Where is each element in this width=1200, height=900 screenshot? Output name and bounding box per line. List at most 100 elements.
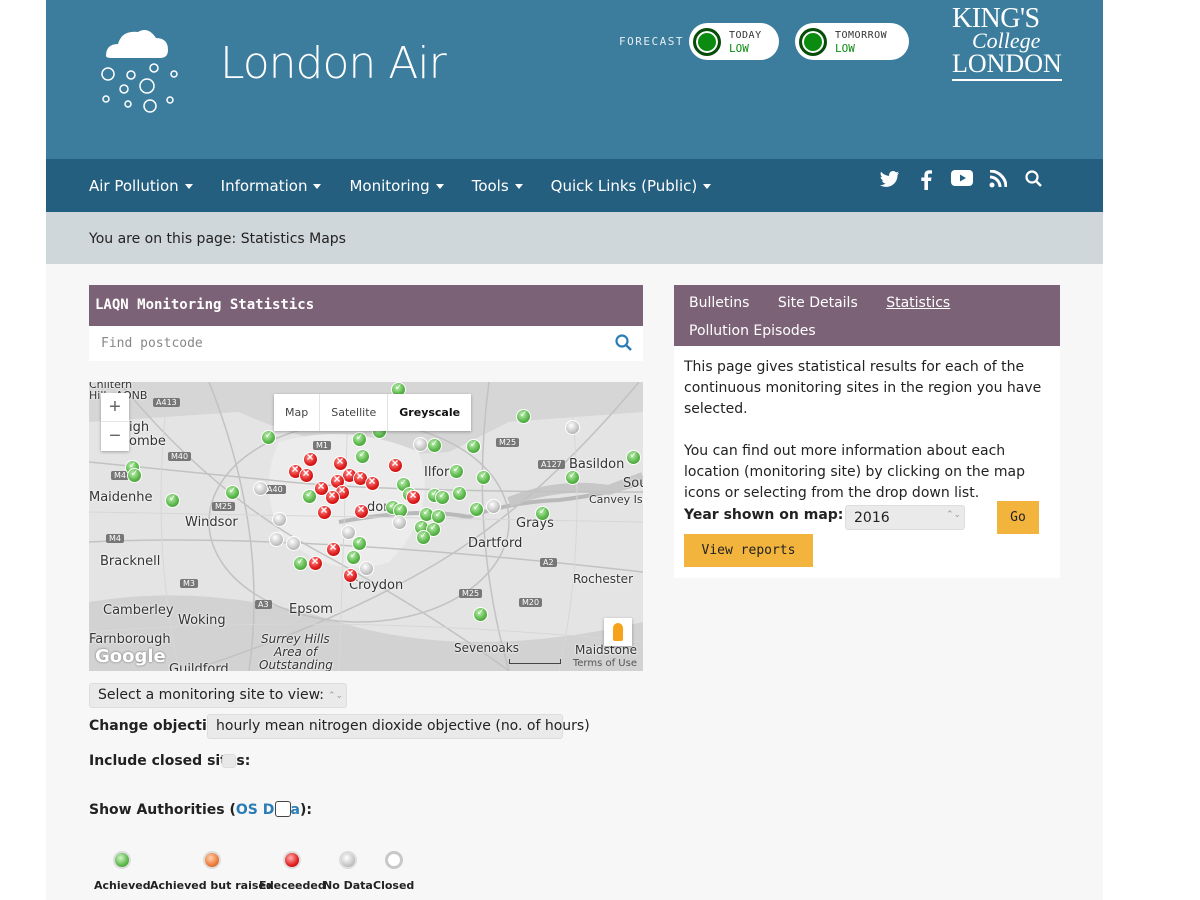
site-marker[interactable] bbox=[406, 488, 421, 505]
site-marker[interactable] bbox=[473, 607, 488, 622]
site-marker[interactable] bbox=[272, 512, 287, 527]
nav-tools[interactable]: Tools bbox=[472, 177, 523, 195]
year-label: Year shown on map: bbox=[684, 507, 844, 523]
objective-value: hourly mean nitrogen dioxide objective (… bbox=[216, 718, 590, 734]
air-quality-indicator-icon bbox=[799, 27, 827, 56]
road-label: A2 bbox=[540, 558, 557, 567]
caret-down-icon bbox=[514, 183, 523, 189]
site-marker[interactable] bbox=[413, 437, 428, 452]
go-button[interactable]: Go bbox=[997, 501, 1039, 534]
show-authorities-checkbox[interactable] bbox=[275, 801, 291, 817]
search-icon[interactable] bbox=[1023, 170, 1045, 192]
site-marker[interactable] bbox=[427, 438, 442, 453]
site-marker[interactable] bbox=[303, 450, 318, 467]
nav-label: Quick Links (Public) bbox=[550, 176, 698, 195]
nav-monitoring[interactable]: Monitoring bbox=[349, 176, 444, 195]
site-marker[interactable] bbox=[469, 502, 484, 517]
site-marker[interactable] bbox=[352, 432, 367, 447]
nav-label: Monitoring bbox=[349, 176, 430, 195]
tab-site-details[interactable]: Site Details bbox=[778, 295, 858, 311]
tab-bulletins[interactable]: Bulletins bbox=[689, 295, 749, 311]
site-select[interactable]: Select a monitoring site to view: ⌃⌄ bbox=[89, 683, 347, 708]
site-marker[interactable] bbox=[392, 515, 407, 530]
site-marker[interactable] bbox=[365, 474, 380, 491]
site-marker[interactable] bbox=[269, 532, 284, 547]
zoom-in-icon[interactable]: + bbox=[101, 393, 129, 421]
site-marker[interactable] bbox=[346, 550, 361, 565]
forecast-tomorrow[interactable]: TOMORROW LOW bbox=[795, 23, 909, 60]
twitter-icon[interactable] bbox=[879, 170, 901, 192]
map-label: Dartford bbox=[468, 536, 523, 551]
site-marker[interactable] bbox=[388, 456, 403, 473]
site-marker[interactable] bbox=[516, 409, 531, 424]
site-marker[interactable] bbox=[565, 420, 580, 435]
site-marker[interactable] bbox=[416, 530, 431, 545]
tab-statistics[interactable]: Statistics bbox=[886, 295, 950, 311]
right-tabs: Bulletins Site Details Statistics Pollut… bbox=[674, 285, 1060, 346]
map[interactable]: Chiltern Hills AONB igh ombe Maidenhe Wi… bbox=[89, 382, 643, 671]
site-marker[interactable] bbox=[286, 536, 301, 551]
map-tab-satellite[interactable]: Satellite bbox=[320, 394, 389, 431]
forecast-level: LOW bbox=[729, 41, 749, 55]
tab-pollution-episodes[interactable]: Pollution Episodes bbox=[689, 323, 816, 339]
site-marker[interactable] bbox=[466, 439, 481, 454]
site-marker[interactable] bbox=[354, 502, 369, 519]
social-links bbox=[879, 169, 1045, 192]
authorities-prefix: Show Authorities ( bbox=[89, 802, 236, 818]
map-label: Windsor bbox=[185, 515, 238, 530]
site-marker[interactable] bbox=[449, 464, 464, 479]
site-marker[interactable] bbox=[565, 470, 580, 485]
site-marker[interactable] bbox=[261, 430, 276, 445]
legend-no-data: No Data bbox=[323, 851, 373, 892]
road-label: M40 bbox=[168, 452, 192, 461]
site-marker[interactable] bbox=[352, 536, 367, 551]
site-marker[interactable] bbox=[626, 450, 641, 465]
youtube-icon[interactable] bbox=[951, 170, 973, 192]
year-select[interactable]: 2016 ⌃⌄ bbox=[845, 505, 965, 530]
site-marker[interactable] bbox=[535, 506, 550, 521]
caret-down-icon bbox=[184, 183, 193, 189]
road-label: M20 bbox=[519, 598, 543, 607]
site-marker[interactable] bbox=[435, 490, 450, 505]
road-label: A413 bbox=[153, 398, 180, 407]
site-marker[interactable] bbox=[486, 499, 501, 514]
nav-air-pollution[interactable]: Air Pollution bbox=[89, 177, 193, 195]
site-marker[interactable] bbox=[452, 486, 467, 501]
facebook-icon[interactable] bbox=[915, 170, 937, 192]
site-marker[interactable] bbox=[476, 470, 491, 485]
site-marker[interactable] bbox=[359, 561, 374, 576]
site-marker[interactable] bbox=[299, 466, 314, 483]
forecast-day: TODAY bbox=[729, 29, 762, 41]
site-marker[interactable] bbox=[253, 481, 268, 496]
map-tab-greyscale[interactable]: Greyscale bbox=[388, 394, 471, 431]
nav-quick-links[interactable]: Quick Links (Public) bbox=[551, 177, 712, 195]
closed-icon bbox=[384, 851, 403, 869]
site-marker[interactable] bbox=[355, 449, 370, 464]
forecast-today[interactable]: TODAY LOW bbox=[689, 23, 779, 60]
site-marker[interactable] bbox=[343, 566, 358, 583]
street-view-pegman-icon[interactable] bbox=[604, 618, 632, 646]
closed-sites-checkbox[interactable] bbox=[222, 754, 236, 768]
site-marker[interactable] bbox=[225, 485, 240, 500]
nav-information[interactable]: Information bbox=[221, 177, 322, 195]
legend-achieved: Achieved bbox=[94, 851, 151, 892]
postcode-input[interactable] bbox=[89, 326, 609, 361]
site-marker[interactable] bbox=[293, 556, 308, 571]
objective-select[interactable]: hourly mean nitrogen dioxide objective (… bbox=[207, 714, 590, 739]
london-air-logo[interactable]: London Air bbox=[98, 18, 447, 118]
kings-college-logo[interactable]: KING'S College LONDON bbox=[952, 5, 1062, 81]
search-icon[interactable] bbox=[615, 334, 633, 352]
terms-link[interactable]: Terms of Use bbox=[573, 658, 637, 669]
site-marker[interactable] bbox=[165, 493, 180, 508]
forecast-day: TOMORROW bbox=[835, 29, 888, 41]
exceeded-icon bbox=[283, 851, 302, 869]
map-tab-map[interactable]: Map bbox=[274, 394, 321, 431]
site-marker[interactable] bbox=[326, 540, 341, 557]
zoom-out-icon[interactable]: − bbox=[101, 421, 129, 450]
site-marker[interactable] bbox=[308, 554, 323, 571]
site-marker[interactable] bbox=[341, 525, 356, 540]
site-marker[interactable] bbox=[127, 468, 142, 483]
view-reports-button[interactable]: View reports bbox=[684, 534, 813, 567]
rss-icon[interactable] bbox=[987, 169, 1009, 192]
site-marker[interactable] bbox=[317, 503, 332, 520]
